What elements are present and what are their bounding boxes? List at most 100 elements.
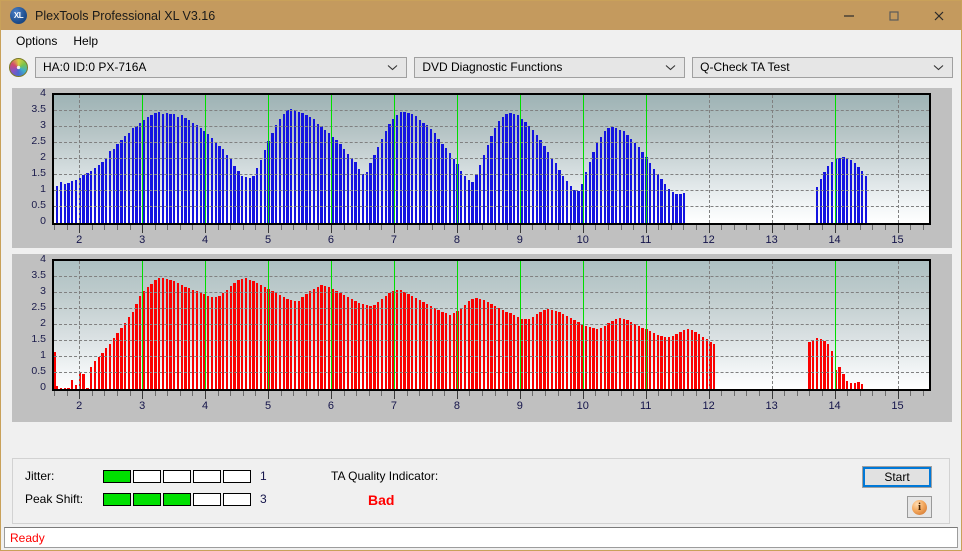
- chart-bar: [565, 316, 569, 389]
- speed-marker-line: [519, 261, 521, 389]
- chart-bar: [528, 318, 531, 389]
- chart-bar: [120, 328, 123, 389]
- chart-bar: [641, 327, 644, 389]
- x-axis-tick: [419, 391, 421, 396]
- chevron-down-icon: [387, 58, 398, 77]
- drive-select[interactable]: HA:0 ID:0 PX-716A: [35, 56, 408, 78]
- chart-bar: [482, 154, 486, 223]
- x-axis-tick: [670, 225, 672, 230]
- grid-line-horizontal: [54, 308, 929, 309]
- chart-bar: [497, 121, 501, 223]
- x-axis-tick: [293, 391, 295, 396]
- jitter-chart-bars: [54, 95, 929, 223]
- x-axis-tick-label: 13: [765, 400, 778, 412]
- chart-bar: [244, 176, 248, 223]
- chart-bar: [142, 119, 146, 223]
- info-button[interactable]: i: [907, 496, 932, 518]
- x-axis-tick: [645, 391, 647, 399]
- grid-line-vertical: [708, 261, 710, 389]
- chart-bar: [116, 143, 119, 223]
- x-axis-tick-label: 8: [453, 400, 460, 412]
- grid-line-horizontal: [54, 174, 929, 175]
- x-axis-tick: [167, 225, 169, 230]
- chart-bar: [108, 343, 112, 389]
- chart-bar: [74, 180, 78, 223]
- chart-bar: [373, 304, 376, 389]
- grid-line-horizontal: [54, 276, 929, 277]
- y-axis-tick-label: 4: [40, 253, 46, 265]
- chart-bar: [297, 300, 301, 389]
- x-axis-tick: [268, 225, 270, 233]
- chart-bar: [554, 163, 557, 223]
- x-axis-tick: [318, 391, 320, 396]
- x-axis-tick: [507, 391, 509, 396]
- start-button[interactable]: Start: [862, 466, 932, 488]
- chart-bar: [188, 287, 191, 389]
- meter-cell: [163, 492, 191, 506]
- x-axis-tick: [494, 391, 496, 396]
- chart-bar: [448, 153, 452, 223]
- chart-bar: [546, 309, 550, 389]
- x-axis-tick: [356, 391, 358, 396]
- chart-bar: [445, 148, 448, 223]
- x-axis-tick: [570, 391, 572, 396]
- close-icon[interactable]: [916, 1, 961, 30]
- x-axis-tick: [142, 391, 144, 399]
- speed-marker-line: [645, 95, 647, 223]
- chart-bar: [656, 334, 659, 389]
- x-axis-tick: [582, 391, 584, 399]
- chart-bar: [365, 172, 369, 223]
- menu-item-options[interactable]: Options: [8, 32, 65, 50]
- y-axis-tick-label: 2.5: [31, 301, 46, 313]
- chart-bar: [626, 135, 629, 223]
- chart-bar: [320, 285, 323, 389]
- function-select[interactable]: DVD Diagnostic Functions: [414, 56, 686, 78]
- grid-line-horizontal: [54, 292, 929, 293]
- grid-line-horizontal: [54, 110, 929, 111]
- x-axis-tick: [771, 225, 773, 233]
- x-axis-tick: [796, 225, 798, 230]
- x-axis-tick: [683, 391, 685, 396]
- chart-bar: [380, 298, 384, 389]
- peak-shift-value: 3: [260, 492, 267, 506]
- x-axis-tick: [910, 225, 912, 230]
- chart-bar: [467, 301, 470, 389]
- y-axis-tick-label: 4: [40, 87, 46, 99]
- x-axis-tick: [154, 391, 156, 396]
- chart-bar: [123, 135, 127, 223]
- chart-bar: [630, 139, 633, 223]
- x-axis-tick: [922, 391, 924, 396]
- chart-bar: [429, 128, 433, 223]
- chart-bar: [713, 344, 716, 389]
- peak-shift-chart-bars: [54, 261, 929, 389]
- chart-bar: [812, 339, 815, 389]
- chart-bar: [346, 296, 350, 389]
- test-select[interactable]: Q-Check TA Test: [692, 56, 953, 78]
- chart-bar: [327, 132, 331, 223]
- jitter-meter-row: Jitter: 1: [25, 469, 267, 483]
- chart-bar: [218, 295, 221, 389]
- meter-cell: [193, 469, 221, 483]
- peak-shift-chart-x-axis: 2 3 4 5 6 7 8 9 10 11 12 13 14 15: [52, 391, 931, 417]
- chart-bar: [422, 301, 425, 389]
- chart-bar: [490, 303, 493, 389]
- chart-bar: [531, 316, 535, 389]
- x-axis-tick: [607, 225, 609, 230]
- x-axis-tick: [343, 391, 345, 396]
- y-axis-tick-label: 1: [40, 183, 46, 195]
- x-axis-tick-label: 8: [453, 234, 460, 246]
- menu-item-help[interactable]: Help: [65, 32, 106, 50]
- minimize-icon[interactable]: [826, 1, 871, 30]
- y-axis-tick-label: 1: [40, 349, 46, 361]
- chart-bar: [823, 341, 826, 389]
- chart-bar: [827, 343, 830, 389]
- x-axis-tick: [431, 225, 433, 230]
- x-axis-tick: [708, 391, 710, 399]
- x-axis-tick: [771, 391, 773, 399]
- chart-bar: [599, 327, 603, 389]
- chart-bar: [849, 382, 853, 389]
- chart-bar: [259, 285, 263, 389]
- chart-bar: [63, 388, 66, 389]
- x-axis-tick-label: 14: [828, 234, 841, 246]
- maximize-icon[interactable]: [871, 1, 916, 30]
